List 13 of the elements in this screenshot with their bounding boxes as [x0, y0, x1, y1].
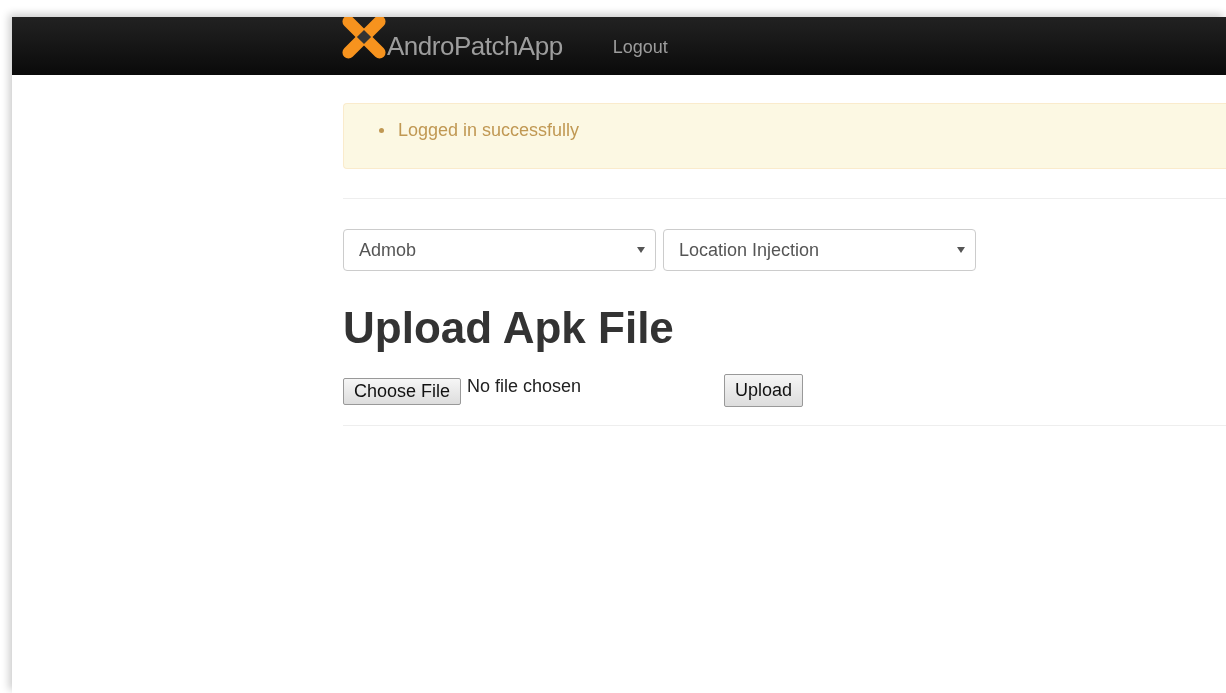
choose-file-button[interactable]: Choose File [343, 378, 462, 405]
upload-button[interactable]: Upload [724, 374, 804, 407]
file-status: No file chosen [467, 376, 583, 397]
bandage-icon [342, 17, 386, 59]
logout-link[interactable]: Logout [612, 36, 668, 58]
alert-message: Logged in successfully [398, 120, 580, 141]
page-heading: Upload Apk File [343, 303, 675, 353]
dropdown[interactable]: Location Injection [663, 229, 976, 271]
caret-icon [637, 247, 645, 253]
brand-link[interactable]: AndroPatchApp [387, 30, 563, 62]
bullet-icon [379, 128, 384, 133]
caret-icon [957, 247, 965, 253]
dropdown[interactable]: Admob [343, 229, 656, 271]
